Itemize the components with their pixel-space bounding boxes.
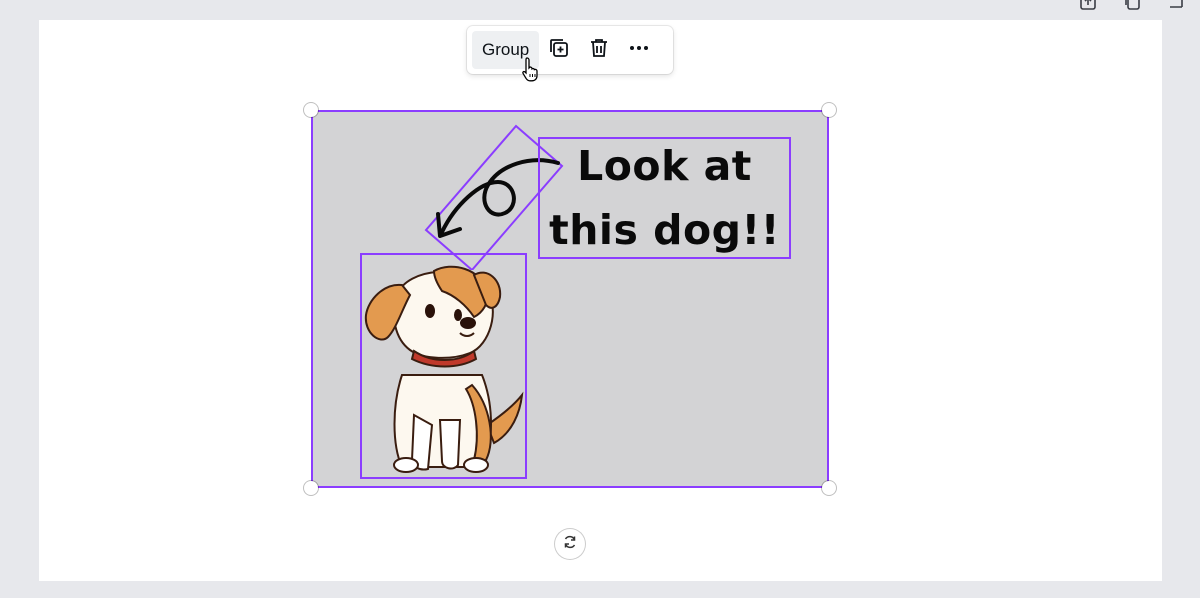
duplicate-button[interactable] <box>539 31 579 69</box>
duplicate-icon <box>547 36 571 65</box>
more-options-button[interactable] <box>619 31 659 69</box>
resize-handle-top-left[interactable] <box>304 103 318 117</box>
resize-handle-bottom-left[interactable] <box>304 481 318 495</box>
selection-toolbar: Group <box>467 26 673 74</box>
more-icon <box>627 36 651 65</box>
delete-button[interactable] <box>579 31 619 69</box>
resize-handle-bottom-right[interactable] <box>822 481 836 495</box>
group-selection-box <box>311 110 829 488</box>
resize-handle-top-right[interactable] <box>822 103 836 117</box>
rotate-icon <box>562 534 578 555</box>
copy-icon[interactable] <box>1122 0 1142 12</box>
share-icon[interactable] <box>1078 0 1098 12</box>
hand-cursor-icon <box>520 56 542 87</box>
trash-icon <box>587 36 611 65</box>
rotate-handle[interactable] <box>555 529 585 559</box>
top-toolbar-icons <box>1078 0 1186 12</box>
page-icon[interactable] <box>1166 0 1186 12</box>
